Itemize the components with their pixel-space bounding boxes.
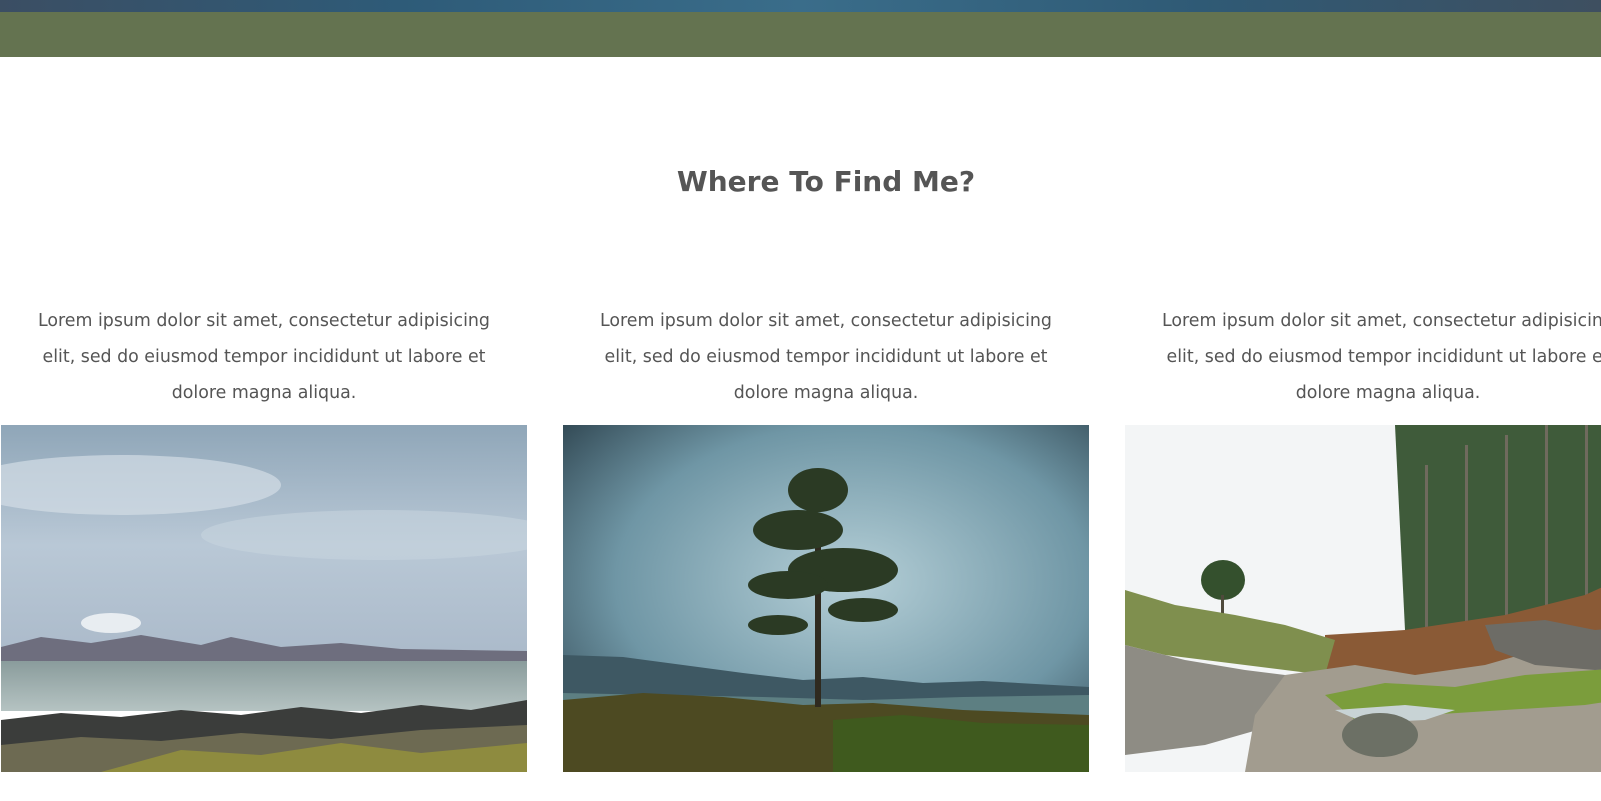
description-line: dolore magna aliqua. [733, 383, 919, 403]
column-description: Lorem ipsum dolor sit amet, consectetur … [1125, 303, 1601, 413]
coastal-landscape-photo [1, 425, 527, 772]
location-column-1: Lorem ipsum dolor sit amet, consectetur … [1, 303, 527, 413]
column-description: Lorem ipsum dolor sit amet, consectetur … [1, 303, 527, 413]
description-line: Lorem ipsum dolor sit amet, consectetur … [600, 311, 1052, 331]
description-line: Lorem ipsum dolor sit amet, consectetur … [1162, 311, 1601, 331]
lone-tree-photo [563, 425, 1089, 772]
location-column-2: Lorem ipsum dolor sit amet, consectetur … [563, 303, 1089, 413]
coastal-landscape-image [1, 425, 527, 772]
rocky-stream-image [1125, 425, 1601, 772]
column-description: Lorem ipsum dolor sit amet, consectetur … [563, 303, 1089, 413]
description-line: elit, sed do eiusmod tempor incididunt u… [42, 347, 486, 367]
section-title: Where To Find Me? [676, 165, 976, 198]
description-line: elit, sed do eiusmod tempor incididunt u… [1166, 347, 1601, 367]
description-line: elit, sed do eiusmod tempor incididunt u… [604, 347, 1048, 367]
rocky-stream-photo [1125, 425, 1601, 772]
description-line: dolore magna aliqua. [171, 383, 357, 403]
navigation-bar [0, 12, 1601, 57]
lone-tree-image [563, 425, 1089, 772]
description-line: dolore magna aliqua. [1295, 383, 1481, 403]
location-column-3: Lorem ipsum dolor sit amet, consectetur … [1125, 303, 1601, 413]
description-line: Lorem ipsum dolor sit amet, consectetur … [38, 311, 490, 331]
